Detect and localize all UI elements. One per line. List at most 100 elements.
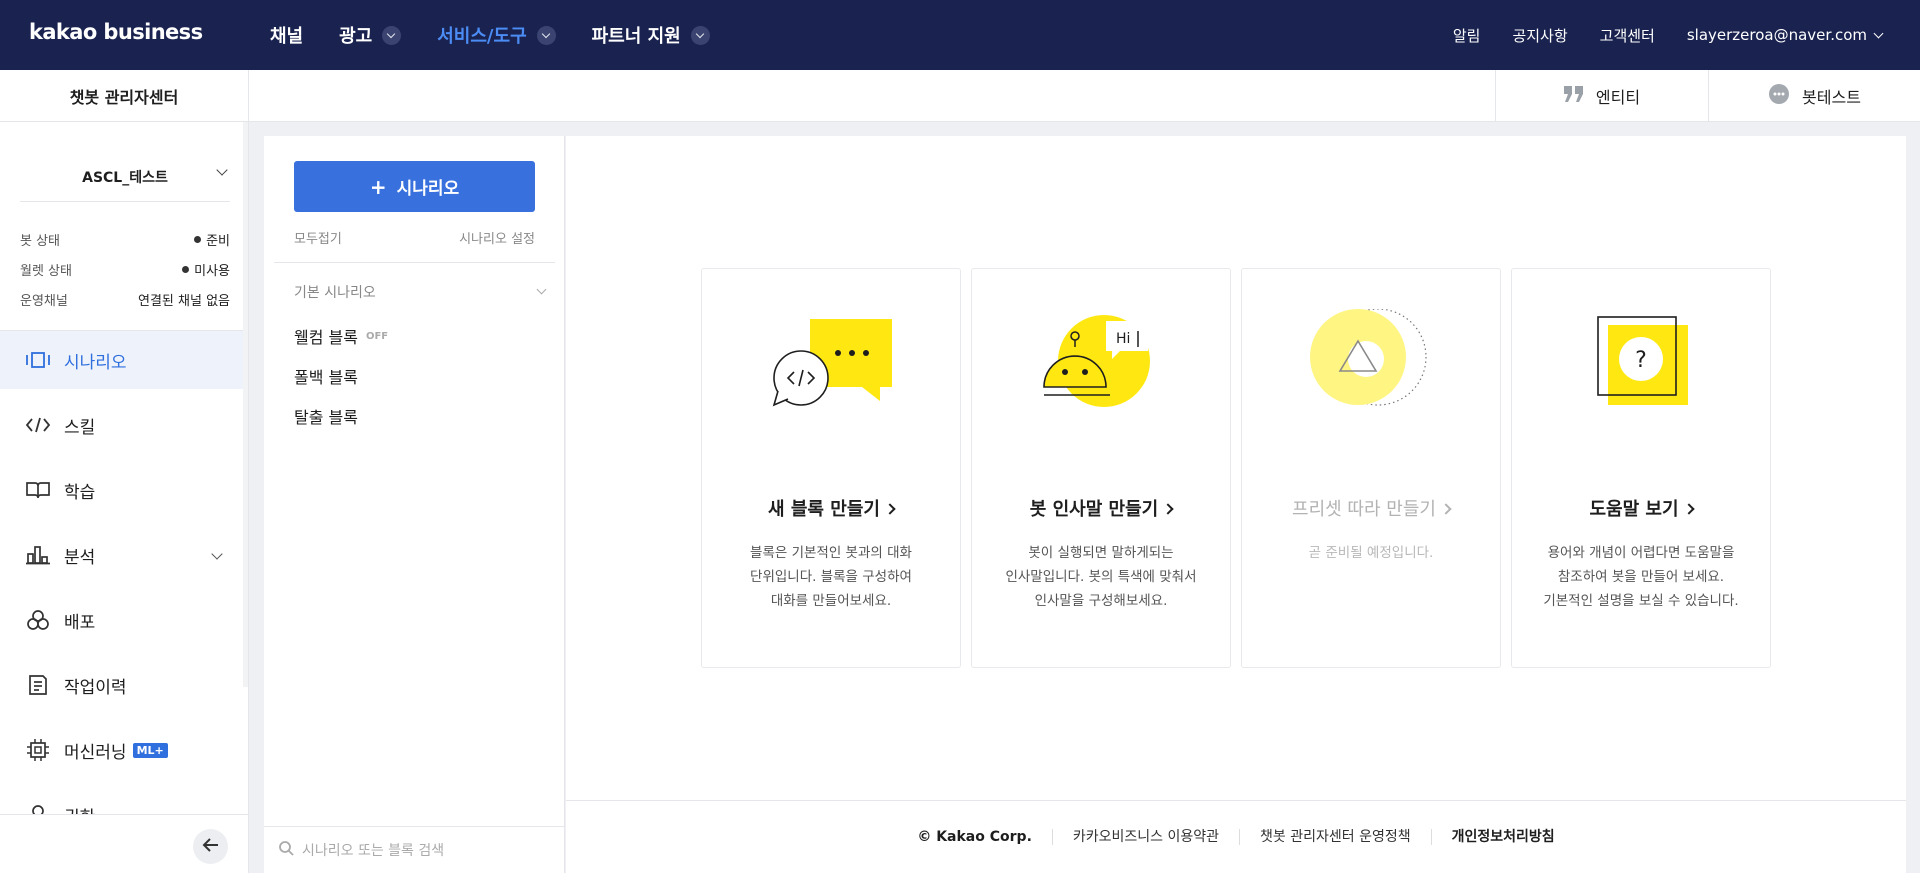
block-welcome[interactable]: 웰컴 블록 OFF [294, 324, 388, 348]
sidebar-footer [0, 814, 248, 873]
copyright: © Kakao Corp. [917, 829, 1032, 845]
card-title-text: 프리셋 따라 만들기 [1292, 499, 1436, 520]
help-illustration: ? [1512, 309, 1770, 419]
search-icon [278, 840, 294, 860]
sidebar-item-analysis[interactable]: 분석 [0, 526, 243, 584]
code-icon [24, 416, 52, 434]
card-description: 블록은 기본적인 봇과의 대화 단위입니다. 블록을 구성하여 대화를 만들어보… [750, 545, 912, 609]
block-fallback[interactable]: 폴백 블록 [294, 364, 358, 388]
bot-selector[interactable]: ASCL_테스트 [20, 152, 230, 202]
sidebar-item-label: 머신러닝 [64, 742, 127, 763]
card-preset[interactable]: 프리셋 따라 만들기 곧 준비될 예정입니다. [1241, 268, 1501, 668]
sidebar-item-label: 분석 [64, 547, 96, 568]
book-icon [24, 480, 52, 500]
scenario-group-default[interactable]: 기본 시나리오 [294, 282, 555, 302]
user-email: slayerzeroa@naver.com [1686, 26, 1867, 44]
scenario-icon [24, 351, 52, 369]
card-title[interactable]: 봇 인사말 만들기 [972, 495, 1230, 521]
sidebar-item-scenario[interactable]: 시나리오 [0, 331, 243, 389]
sidebar-item-skill[interactable]: 스킬 [0, 396, 243, 454]
scenario-group-label: 기본 시나리오 [294, 285, 376, 301]
card-description: 용어와 개념이 어렵다면 도움말을 참조하여 봇을 만들어 보세요. 기본적인 … [1543, 545, 1739, 609]
wallet-status-label: 월렛 상태 [20, 264, 72, 279]
support-link[interactable]: 고객센터 [1600, 25, 1655, 46]
sidebar-item-learning[interactable]: 학습 [0, 461, 243, 519]
bot-test-button[interactable]: 봇테스트 [1708, 70, 1920, 122]
chart-icon [24, 545, 52, 565]
chevron-down-icon [690, 25, 710, 45]
bot-status-value: 준비 [194, 230, 230, 249]
sidebar-item-label: 배포 [64, 612, 96, 633]
sidebar-item-machine-learning[interactable]: 머신러닝 ML+ [0, 721, 243, 779]
right-menu: 알림 공지사항 고객센터 slayerzeroa@naver.com [1421, 0, 1884, 70]
menu-channel[interactable]: 채널 [270, 22, 303, 48]
sidebar-item-label: 스킬 [64, 417, 96, 438]
card-title[interactable]: 도움말 보기 [1512, 495, 1770, 521]
scenario-search[interactable]: 시나리오 또는 블록 검색 [264, 826, 564, 873]
terms-link[interactable]: 카카오비즈니스 이용약관 [1051, 829, 1239, 845]
menu-ads[interactable]: 광고 [339, 22, 402, 48]
bot-status-text: 준비 [206, 234, 230, 249]
card-bot-greeting[interactable]: Hi 봇 인사말 만들기 봇이 실행되면 말하게되는 인사말입니다. 봇의 특색… [971, 268, 1231, 668]
sidebar: ASCL_테스트 봇 상태 준비 월렛 상태 미사용 운영채널 연결된 채널 없… [0, 122, 249, 873]
top-navigation: kakao business 채널 광고 서비스/도구 파트너 지원 알림 공지… [0, 0, 1920, 70]
chevron-down-icon [211, 548, 223, 560]
bot-greeting-illustration: Hi [972, 309, 1230, 419]
bot-status-row: 봇 상태 준비 [20, 230, 230, 249]
chevron-down-icon [536, 284, 547, 295]
card-description: 곧 준비될 예정입니다. [1308, 545, 1434, 561]
card-title-text: 봇 인사말 만들기 [1029, 499, 1159, 520]
wallet-status-value: 미사용 [182, 260, 230, 279]
card-help[interactable]: ? 도움말 보기 용어와 개념이 어렵다면 도움말을 참조하여 봇을 만들어 보… [1511, 268, 1771, 668]
deploy-icon [24, 609, 52, 631]
menu-partner-support[interactable]: 파트너 지원 [592, 22, 710, 48]
channel-status-row: 운영채널 연결된 채널 없음 [20, 290, 230, 309]
collapse-all-link[interactable]: 모두접기 [294, 228, 342, 247]
sidebar-item-label: 시나리오 [64, 352, 127, 373]
entity-button[interactable]: 엔티티 [1495, 70, 1708, 122]
sidebar-item-history[interactable]: 작업이력 [0, 656, 243, 714]
card-title[interactable]: 새 블록 만들기 [702, 495, 960, 521]
search-placeholder: 시나리오 또는 블록 검색 [302, 843, 445, 859]
alarm-link[interactable]: 알림 [1453, 25, 1481, 46]
scenario-actions: 모두접기 시나리오 설정 [294, 228, 535, 247]
wallet-status-text: 미사용 [194, 264, 230, 279]
add-scenario-label: 시나리오 [396, 179, 460, 199]
privacy-link[interactable]: 개인정보처리방침 [1430, 829, 1575, 845]
chat-bubble-icon [1768, 83, 1790, 109]
chevron-down-icon [382, 25, 402, 45]
divider [274, 262, 555, 263]
entity-label: 엔티티 [1595, 88, 1641, 107]
chevron-right-icon [1682, 503, 1695, 515]
card-title[interactable]: 프리셋 따라 만들기 [1242, 495, 1500, 521]
add-scenario-button[interactable]: + 시나리오 [294, 161, 535, 212]
user-menu[interactable]: slayerzeroa@naver.com [1686, 26, 1884, 44]
notice-link[interactable]: 공지사항 [1512, 25, 1567, 46]
status-dot-icon [194, 236, 202, 243]
sidebar-scrollbar[interactable] [243, 122, 248, 687]
channel-status-value: 연결된 채널 없음 [138, 294, 230, 309]
policy-link[interactable]: 챗봇 관리자센터 운영정책 [1239, 829, 1431, 845]
collapse-sidebar-button[interactable] [193, 829, 228, 864]
block-exit[interactable]: 탈출 블록 [294, 404, 358, 428]
sidebar-item-deploy[interactable]: 배포 [0, 591, 243, 649]
kakao-business-logo[interactable]: kakao business [29, 20, 203, 44]
off-badge: OFF [365, 330, 389, 342]
block-label: 폴백 블록 [294, 368, 358, 387]
chevron-down-icon [1873, 28, 1884, 39]
scenario-panel: + 시나리오 모두접기 시나리오 설정 기본 시나리오 웰컴 블록 OFF 폴백… [264, 136, 565, 873]
wallet-status-row: 월렛 상태 미사용 [20, 260, 230, 279]
menu-channel-label: 채널 [270, 26, 304, 47]
main-content: 새 블록 만들기 블록은 기본적인 봇과의 대화 단위입니다. 블록을 구성하여… [566, 136, 1906, 873]
menu-ads-label: 광고 [339, 26, 373, 47]
chevron-right-icon [1440, 503, 1452, 515]
card-new-block[interactable]: 새 블록 만들기 블록은 기본적인 봇과의 대화 단위입니다. 블록을 구성하여… [701, 268, 961, 668]
bot-status-label: 봇 상태 [20, 234, 61, 249]
status-dot-icon [182, 266, 190, 273]
preset-illustration [1242, 308, 1500, 419]
scenario-settings-link[interactable]: 시나리오 설정 [459, 228, 535, 247]
history-icon [24, 674, 52, 696]
menu-services-tools[interactable]: 서비스/도구 [437, 22, 556, 48]
main-menu: 채널 광고 서비스/도구 파트너 지원 [270, 0, 746, 70]
block-label: 웰컴 블록 [294, 328, 358, 347]
